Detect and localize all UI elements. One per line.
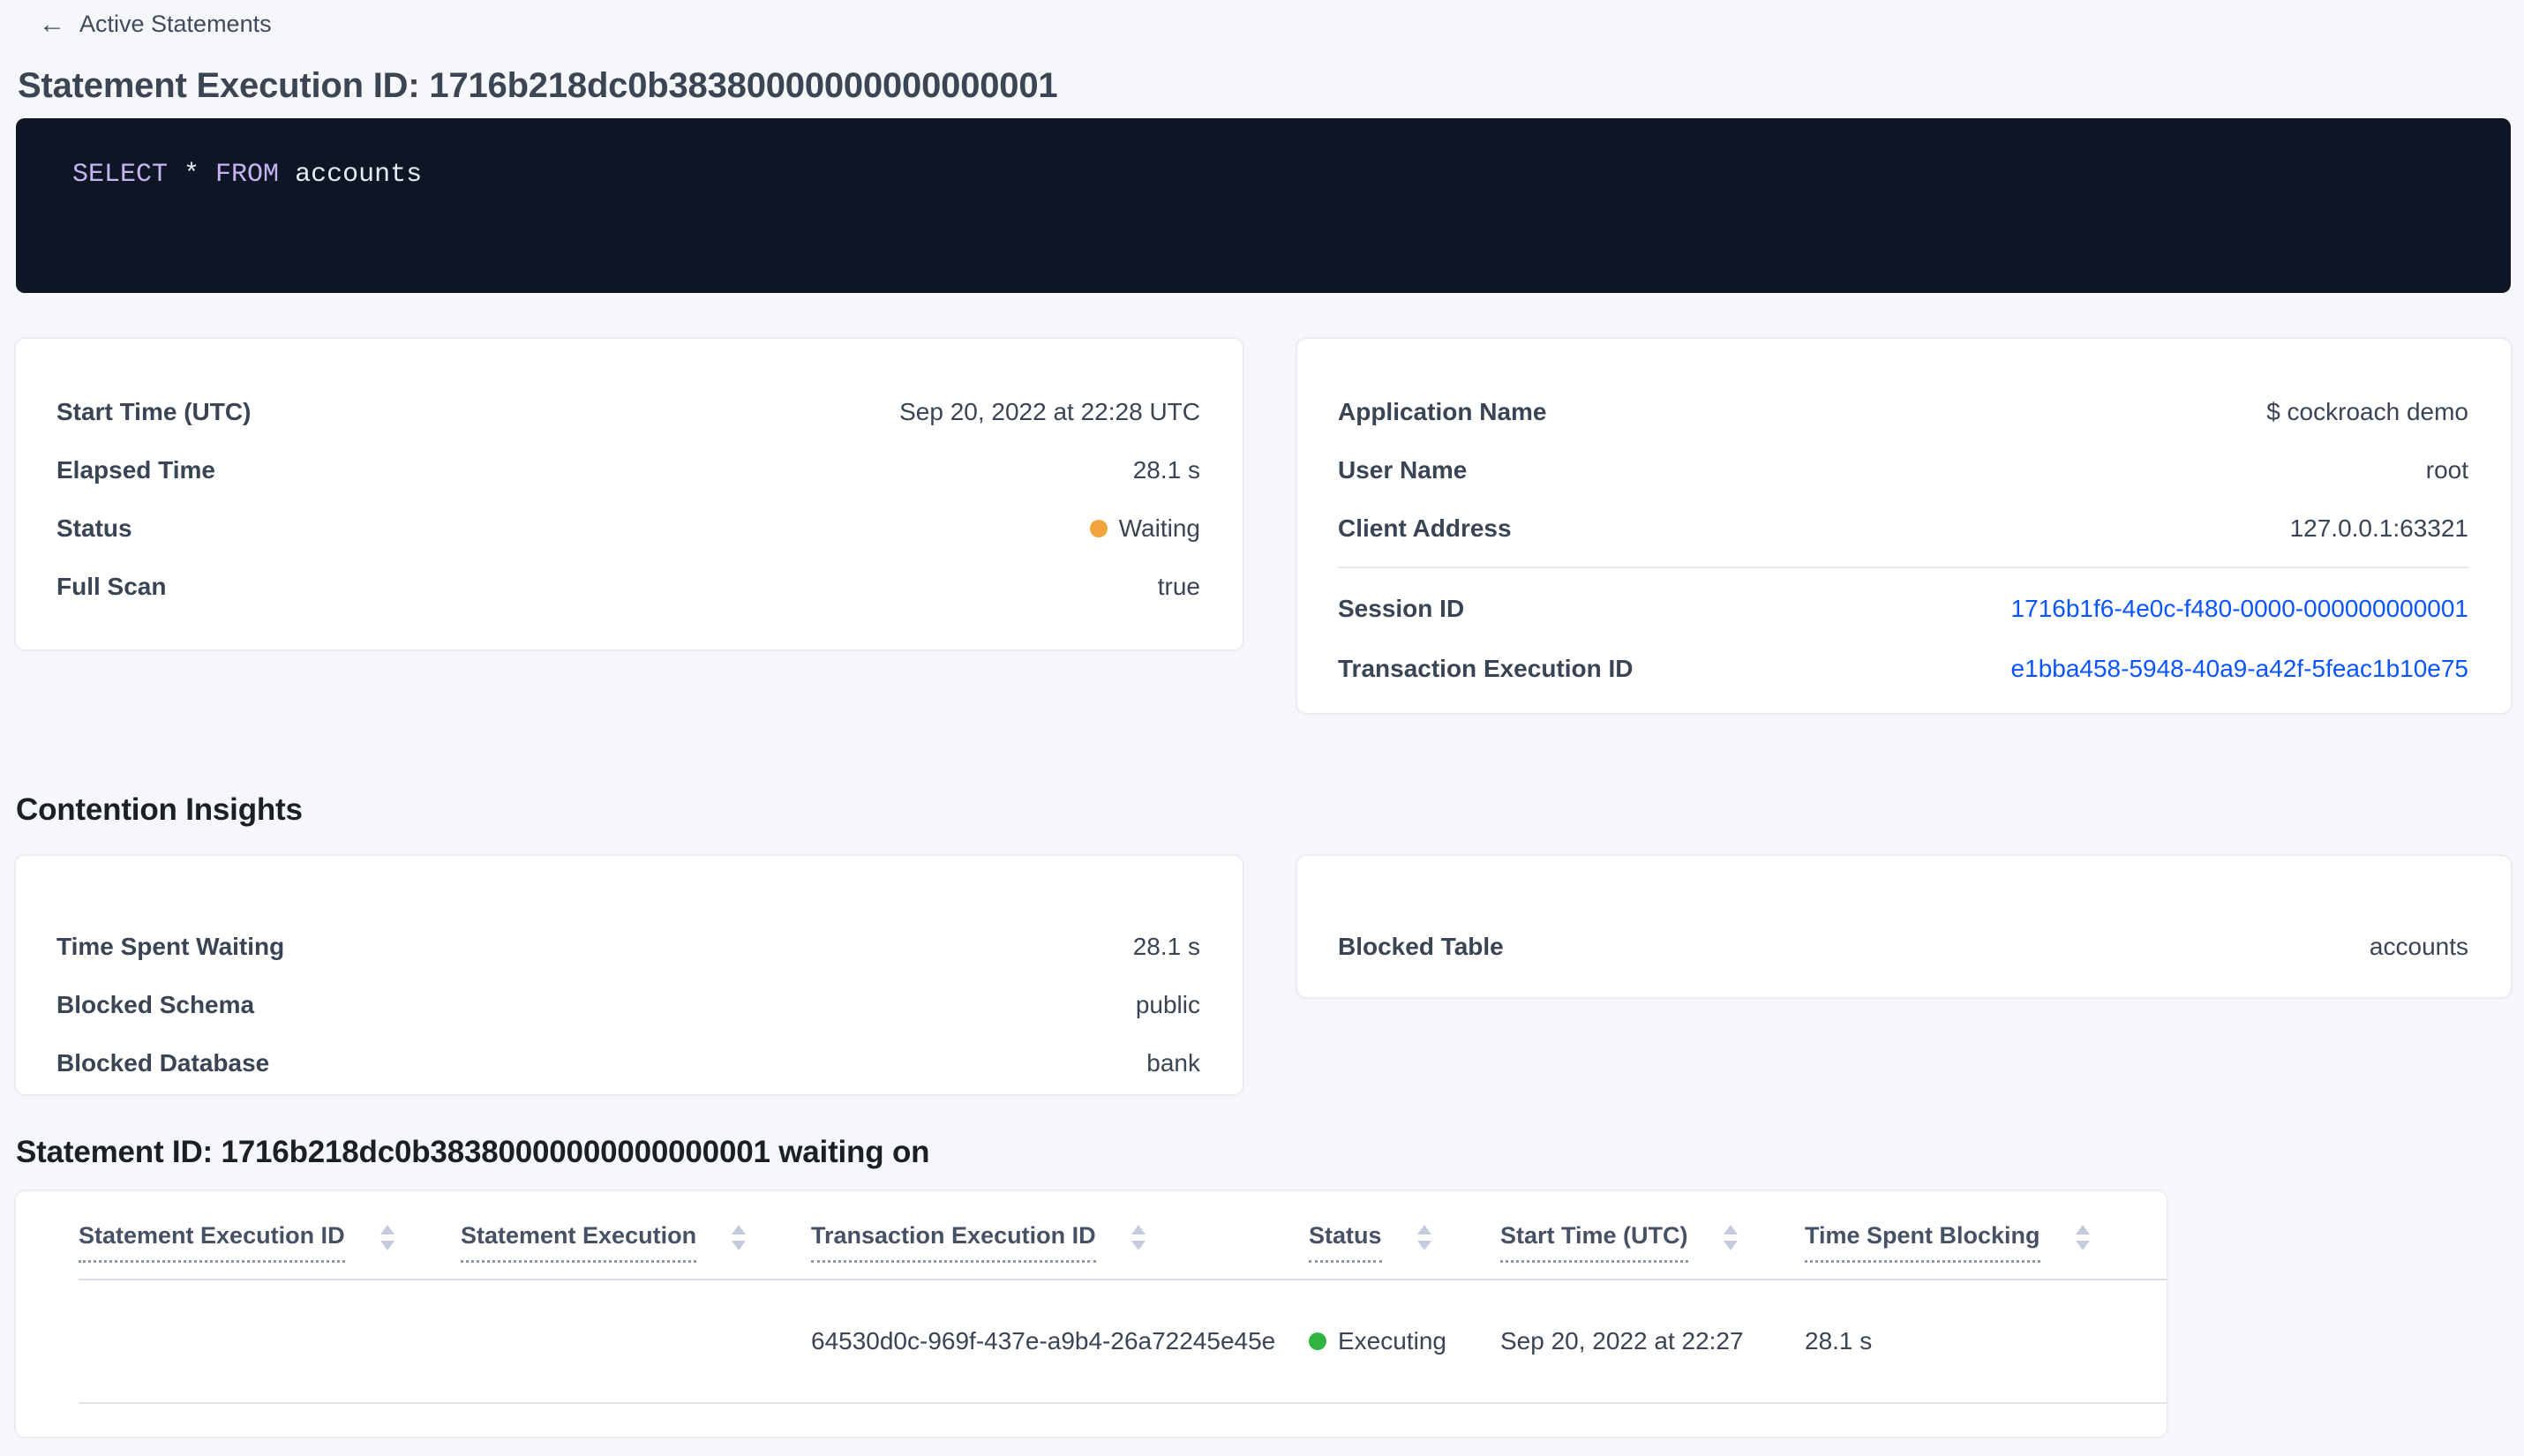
waiting-on-heading: Statement ID: 1716b218dc0b38380000000000… — [16, 1135, 930, 1169]
back-arrow-icon: ← — [39, 9, 65, 39]
session-id-label: Session ID — [1338, 595, 1465, 622]
sort-arrows-icon[interactable] — [379, 1225, 394, 1250]
time-spent-waiting-label: Time Spent Waiting — [56, 933, 285, 960]
user-name-label: User Name — [1338, 456, 1468, 484]
column-header-label: Status — [1309, 1221, 1382, 1263]
table-row: 64530d0c-969f-437e-a9b4-26a72245e45e Exe… — [79, 1280, 2167, 1404]
column-header-label: Statement Execution — [461, 1221, 697, 1263]
start-time-row: Start Time (UTC) Sep 20, 2022 at 22:28 U… — [56, 383, 1200, 441]
status-row: Status Waiting — [56, 499, 1200, 558]
client-address-value: 127.0.0.1:63321 — [2289, 514, 2468, 542]
status-value: Waiting — [1089, 514, 1200, 543]
sort-arrows-icon[interactable] — [2075, 1225, 2090, 1250]
time-spent-waiting-row: Time Spent Waiting 28.1 s — [56, 918, 1200, 976]
transaction-execution-id-link[interactable]: e1bba458-5948-40a9-a42f-5feac1b10e75 — [2011, 655, 2468, 683]
status-waiting-dot-icon — [1089, 520, 1108, 537]
blocked-table-value: accounts — [2369, 933, 2468, 960]
session-id-link[interactable]: 1716b1f6-4e0c-f480-0000-000000000001 — [2011, 595, 2468, 623]
sql-keyword-select: SELECT — [72, 160, 184, 190]
cell-status: Executing — [1309, 1327, 1500, 1355]
application-name-label: Application Name — [1338, 398, 1547, 425]
back-link[interactable]: ← Active Statements — [39, 0, 272, 38]
blocked-schema-value: public — [1135, 991, 1200, 1018]
elapsed-time-label: Elapsed Time — [56, 456, 216, 484]
elapsed-time-row: Elapsed Time 28.1 s — [56, 441, 1200, 499]
column-header-transaction-execution-id[interactable]: Transaction Execution ID — [811, 1221, 1309, 1263]
column-header-label: Statement Execution ID — [79, 1221, 345, 1263]
user-name-value: root — [2425, 456, 2468, 484]
transaction-execution-id-label: Transaction Execution ID — [1338, 655, 1634, 682]
sort-arrows-icon[interactable] — [1416, 1225, 1431, 1250]
client-address-row: Client Address 127.0.0.1:63321 — [1338, 499, 2468, 558]
sql-keyword-from: FROM — [215, 160, 296, 190]
sort-arrows-icon[interactable] — [732, 1225, 747, 1250]
statement-overview-card: Start Time (UTC) Sep 20, 2022 at 22:28 U… — [16, 339, 1243, 649]
sort-arrows-icon[interactable] — [1723, 1225, 1738, 1250]
cell-start-time: Sep 20, 2022 at 22:27 — [1500, 1327, 1744, 1355]
user-name-row: User Name root — [1338, 441, 2468, 499]
column-header-statement-execution[interactable]: Statement Execution — [461, 1221, 811, 1263]
statement-details-page: ← Active Statements Statement Execution … — [0, 0, 2524, 1437]
blocked-database-value: bank — [1146, 1049, 1200, 1077]
cell-transaction-execution-id: 64530d0c-969f-437e-a9b4-26a72245e45e — [811, 1327, 1276, 1355]
session-details-card: Application Name $ cockroach demo User N… — [1297, 339, 2511, 713]
blocked-table-card: Blocked Table accounts — [1297, 856, 2511, 997]
blocked-schema-label: Blocked Schema — [56, 991, 255, 1018]
transaction-execution-id-row: Transaction Execution ID e1bba458-5948-4… — [1338, 639, 2468, 699]
client-address-label: Client Address — [1338, 514, 1512, 542]
status-executing-dot-icon — [1309, 1332, 1326, 1350]
column-header-time-spent-blocking[interactable]: Time Spent Blocking — [1805, 1221, 2167, 1263]
details-cards-row: Start Time (UTC) Sep 20, 2022 at 22:28 U… — [16, 339, 2511, 713]
full-scan-label: Full Scan — [56, 573, 167, 600]
column-header-label: Time Spent Blocking — [1805, 1221, 2040, 1263]
application-name-value: $ cockroach demo — [2266, 398, 2468, 425]
page-title: Statement Execution ID: 1716b218dc0b3838… — [18, 66, 1058, 105]
contention-details-card: Time Spent Waiting 28.1 s Blocked Schema… — [16, 856, 1243, 1094]
full-scan-value: true — [1157, 573, 1200, 600]
table-header-row: Statement Execution ID Statement Executi… — [79, 1221, 2167, 1280]
cell-status-text: Executing — [1338, 1327, 1446, 1355]
start-time-value: Sep 20, 2022 at 22:28 UTC — [899, 398, 1200, 425]
column-header-label: Transaction Execution ID — [811, 1221, 1096, 1263]
column-header-label: Start Time (UTC) — [1500, 1221, 1688, 1263]
application-name-row: Application Name $ cockroach demo — [1338, 383, 2468, 441]
blocked-schema-row: Blocked Schema public — [56, 976, 1200, 1034]
blocked-table-row: Blocked Table accounts — [1338, 918, 2468, 976]
card-divider — [1338, 567, 2468, 568]
column-header-start-time[interactable]: Start Time (UTC) — [1500, 1221, 1805, 1263]
sql-statement-box: SELECT * FROM accounts — [16, 118, 2511, 293]
waiting-statements-table: Statement Execution ID Statement Executi… — [16, 1191, 2167, 1437]
blocked-database-row: Blocked Database bank — [56, 1034, 1200, 1092]
sort-arrows-icon[interactable] — [1131, 1225, 1146, 1250]
blocked-table-label: Blocked Table — [1338, 933, 1504, 960]
cell-time-spent-blocking: 28.1 s — [1805, 1327, 1873, 1355]
sql-statement-text: SELECT * FROM accounts — [72, 159, 2454, 191]
start-time-label: Start Time (UTC) — [56, 398, 252, 425]
contention-insights-heading: Contention Insights — [16, 792, 303, 827]
contention-cards-row: Time Spent Waiting 28.1 s Blocked Schema… — [16, 856, 2511, 1094]
time-spent-waiting-value: 28.1 s — [1132, 933, 1200, 960]
elapsed-time-value: 28.1 s — [1132, 456, 1200, 484]
status-value-text: Waiting — [1118, 514, 1200, 542]
column-header-status[interactable]: Status — [1309, 1221, 1500, 1263]
sql-star: * — [184, 160, 216, 190]
status-label: Status — [56, 514, 132, 542]
column-header-statement-execution-id[interactable]: Statement Execution ID — [79, 1221, 461, 1263]
sql-table-name: accounts — [295, 160, 423, 190]
back-link-label: Active Statements — [79, 11, 272, 37]
blocked-database-label: Blocked Database — [56, 1049, 270, 1077]
session-id-row: Session ID 1716b1f6-4e0c-f480-0000-00000… — [1338, 579, 2468, 639]
full-scan-row: Full Scan true — [56, 558, 1200, 616]
